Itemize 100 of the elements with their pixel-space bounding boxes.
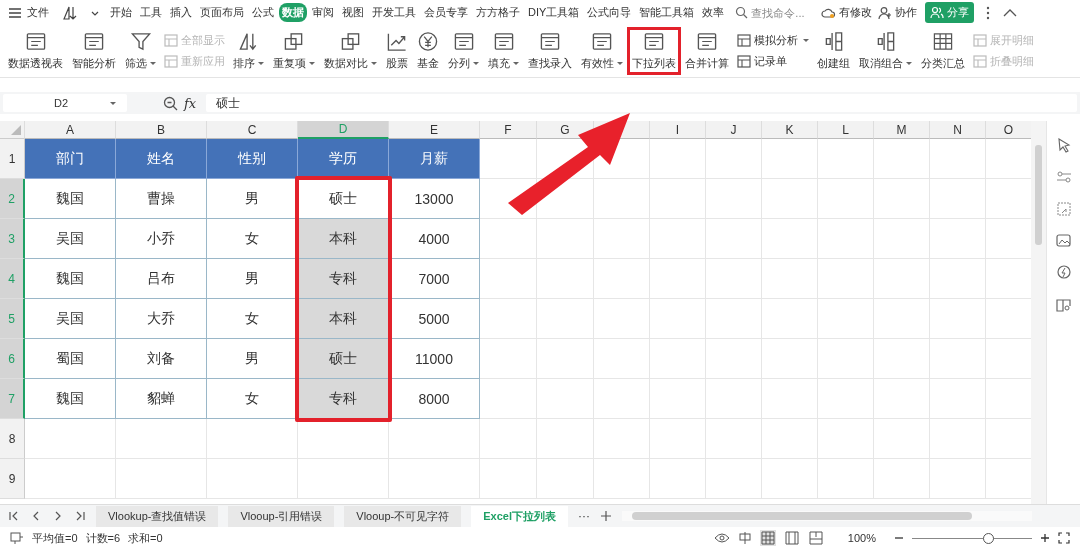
column-header[interactable]: B [116, 121, 207, 139]
last-sheet-icon[interactable] [74, 510, 86, 522]
menu-tab[interactable]: 会员专享 [421, 3, 471, 22]
ribbon-button[interactable]: 智能分析 [68, 28, 120, 74]
table-cell: 4000 [389, 219, 480, 259]
modified-button[interactable]: 有修改 [821, 5, 873, 20]
table-cell: 13000 [389, 179, 480, 219]
ribbon-button[interactable]: 排序 [229, 28, 268, 74]
cloud-icon [821, 6, 837, 19]
add-icon[interactable] [600, 510, 612, 522]
collapse-icon[interactable] [1003, 7, 1018, 18]
ribbon-button[interactable]: 创建组 [813, 28, 854, 74]
ribbon-button[interactable]: 分列 [444, 28, 483, 74]
zoom-icon[interactable] [163, 95, 178, 111]
grid-view-icon[interactable] [759, 530, 776, 546]
book-view-icon[interactable] [807, 530, 824, 546]
table-cell: 专科 [298, 259, 389, 299]
ribbon-button[interactable]: 分类汇总 [917, 28, 969, 74]
row-header[interactable]: 9 [0, 459, 25, 499]
empty-cell [874, 259, 930, 299]
menu-tab[interactable]: DIY工具箱 [525, 3, 583, 22]
sheet-tab[interactable]: Vlookup-查找值错误 [96, 505, 219, 527]
menu-tab[interactable]: 页面布局 [197, 3, 247, 22]
menu-tab[interactable]: 公式向导 [584, 3, 635, 22]
cursor-icon[interactable] [1055, 137, 1072, 153]
row-header[interactable]: 1 [0, 139, 25, 179]
empty-cell [537, 299, 594, 339]
empty-cell [818, 339, 874, 379]
column-header[interactable]: K [762, 121, 818, 139]
table-cell: 5000 [389, 299, 480, 339]
column-header[interactable]: C [207, 121, 298, 139]
ribbon-button[interactable]: 查找录入 [524, 28, 576, 74]
input-method-icon[interactable] [737, 531, 752, 545]
table-cell: 小乔 [116, 219, 207, 259]
zoom-level[interactable]: 100% [847, 532, 876, 544]
column-header[interactable]: O [986, 121, 1032, 139]
menu-tab[interactable]: 方方格子 [473, 3, 523, 22]
image-icon[interactable] [1055, 233, 1072, 249]
ribbon-button[interactable]: 数据对比 [320, 28, 381, 74]
menu-icon [8, 6, 22, 19]
page-view-icon[interactable] [783, 530, 800, 546]
horizontal-scrollbar[interactable] [622, 511, 1032, 521]
sort-icon[interactable] [62, 4, 78, 21]
search-field[interactable]: 查找命令... [735, 6, 816, 19]
ribbon-button[interactable]: 记录单 [737, 54, 809, 69]
lightning-icon[interactable] [1055, 265, 1072, 281]
name-box[interactable]: D2 [3, 94, 127, 112]
row-header[interactable]: 8 [0, 419, 25, 459]
sheet-tab[interactable]: Vlooup-引用错误 [228, 505, 335, 527]
menu-tab[interactable]: 智能工具箱 [636, 3, 698, 22]
eye-icon[interactable] [713, 532, 730, 544]
ribbon-button[interactable]: 股票 [382, 28, 412, 74]
ribbon-button[interactable]: 有效性 [577, 28, 627, 74]
menu-tab[interactable]: 开始 [107, 3, 135, 22]
column-header[interactable]: N [930, 121, 986, 139]
empty-cell [480, 219, 537, 259]
menu-tab[interactable]: 工具 [137, 3, 165, 22]
column-header[interactable]: I [650, 121, 706, 139]
slider-icon[interactable] [1055, 169, 1072, 185]
table-cell: 魏国 [25, 179, 116, 219]
menu-tab[interactable]: 公式 [249, 3, 277, 22]
sheet-tab[interactable]: Vlooup-不可见字符 [344, 505, 462, 527]
column-header[interactable]: J [706, 121, 762, 139]
empty-cell [537, 259, 594, 299]
ribbon-button[interactable]: 重复项 [269, 28, 319, 74]
fullscreen-icon[interactable] [1058, 532, 1070, 544]
empty-cell [818, 459, 874, 499]
function-label[interactable]: fx [184, 95, 197, 111]
column-header[interactable]: M [874, 121, 930, 139]
vertical-scrollbar[interactable] [1031, 121, 1047, 504]
menu-tab[interactable]: 开发工具 [369, 3, 419, 22]
collaborate-button[interactable]: 协作 [878, 5, 918, 20]
book-icon[interactable] [1055, 297, 1072, 313]
menu-tab[interactable]: 审阅 [309, 3, 337, 22]
empty-cell [762, 259, 818, 299]
ribbon-button[interactable]: 基金 [413, 28, 443, 74]
column-header[interactable]: F [480, 121, 537, 139]
empty-cell [762, 459, 818, 499]
ribbon-button[interactable]: 填充 [484, 28, 523, 74]
menu-tab[interactable]: 插入 [167, 3, 195, 22]
first-sheet-icon[interactable] [8, 510, 20, 522]
column-header[interactable]: A [25, 121, 116, 139]
ribbon-button[interactable]: 下拉列表 [628, 28, 680, 74]
menu-tab[interactable]: 效率 [699, 3, 728, 22]
more-sheets-button[interactable]: ··· [578, 509, 590, 523]
file-menu[interactable]: 文件 [6, 5, 55, 20]
ribbon-button[interactable]: 合并计算 [681, 28, 733, 74]
menu-tab[interactable]: 视图 [339, 3, 367, 22]
empty-cell [706, 379, 762, 419]
header-cell: 学历 [298, 139, 389, 179]
zoom-in-icon[interactable] [1040, 533, 1050, 543]
column-header[interactable]: E [389, 121, 480, 139]
ribbon-button[interactable]: 取消组合 [855, 28, 916, 74]
column-header[interactable]: L [818, 121, 874, 139]
ribbon-button[interactable]: 数据透视表 [4, 28, 67, 74]
formula-field[interactable]: 硕士 [206, 94, 1077, 112]
more-icon[interactable] [985, 5, 992, 20]
ribbon-button[interactable]: 模拟分析 [737, 33, 809, 48]
ribbon-button[interactable]: 筛选 [121, 28, 160, 74]
macro-icon[interactable] [10, 531, 24, 545]
